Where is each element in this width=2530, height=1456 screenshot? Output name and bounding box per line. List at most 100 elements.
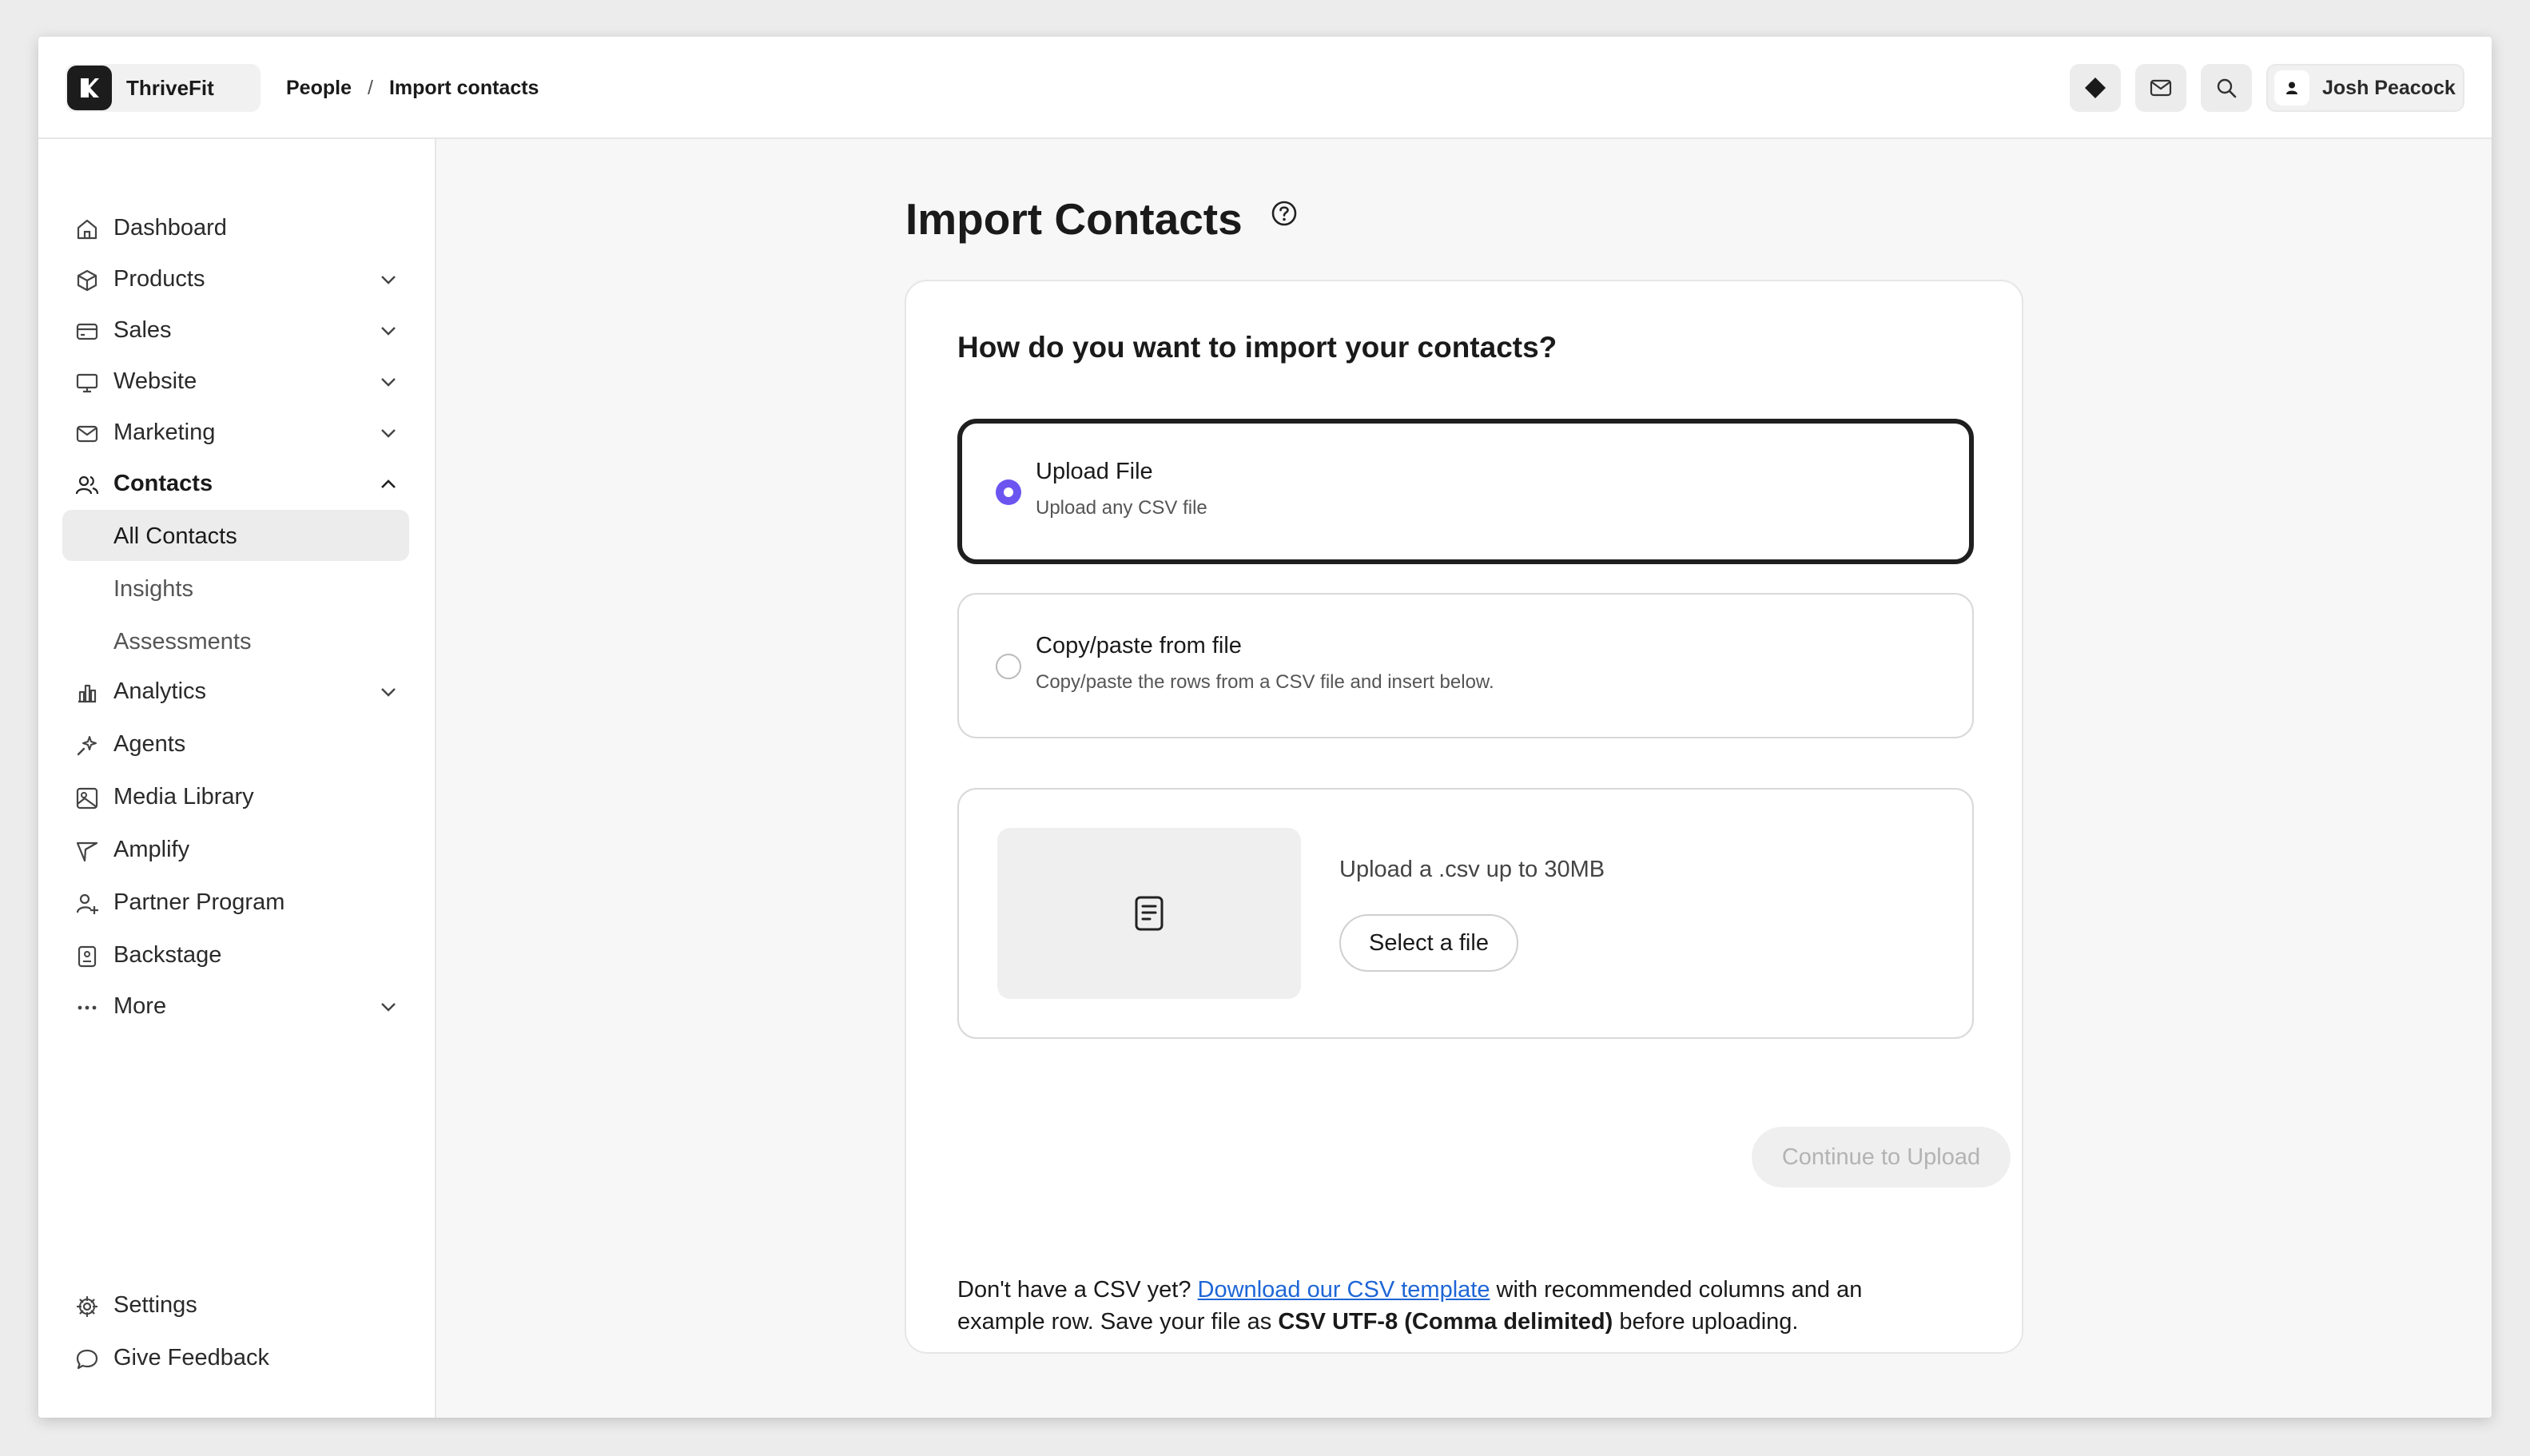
sidebar-item-label: Sales [113, 316, 172, 343]
breadcrumb: People / Import contacts [286, 37, 539, 139]
search-button[interactable] [2201, 64, 2252, 112]
sparkle-icon [77, 736, 97, 756]
sidebar-item-label: Website [113, 368, 197, 394]
sidebar-item-marketing[interactable]: Marketing [62, 408, 409, 457]
diamond-button[interactable] [2070, 64, 2121, 112]
sidebar-item-partner-program[interactable]: Partner Program [62, 877, 409, 927]
mail-button[interactable] [2135, 64, 2186, 112]
app-window: ThriveFit People / Import contacts Josh … [38, 37, 2492, 1418]
brand-logo-icon [67, 66, 112, 110]
csv-template-note: Don't have a CSV yet? Download our CSV t… [957, 1274, 1948, 1338]
users-icon [75, 475, 99, 495]
sidebar-item-sales[interactable]: Sales [62, 305, 409, 355]
search-icon [2217, 78, 2237, 98]
chevron-down-icon [381, 429, 396, 438]
avatar [2274, 70, 2309, 105]
import-question: How do you want to import your contacts? [957, 331, 1557, 364]
sidebar-item-label: Products [113, 265, 205, 292]
top-actions: Josh Peacock [2070, 64, 2464, 112]
brand-switcher[interactable]: ThriveFit [66, 64, 261, 112]
sidebar-subitem-all-contacts[interactable]: All Contacts [62, 510, 409, 561]
image-icon [76, 787, 98, 810]
sidebar-item-label: Analytics [113, 678, 207, 704]
sidebar-subitem-label: All Contacts [113, 523, 237, 549]
brand-name: ThriveFit [126, 75, 214, 100]
option-upload-file[interactable]: Upload File Upload any CSV file [957, 419, 1974, 564]
chevron-down-icon [381, 1003, 396, 1012]
footnote-format: CSV UTF-8 (Comma delimited) [1278, 1309, 1613, 1335]
sidebar-item-media-library[interactable]: Media Library [62, 772, 409, 821]
file-preview [997, 828, 1301, 999]
sidebar-item-more[interactable]: More [62, 981, 409, 1031]
sidebar-item-label: Give Feedback [113, 1344, 270, 1370]
sidebar-item-label: Media Library [113, 783, 254, 810]
gear-icon [76, 1295, 98, 1318]
top-bar: ThriveFit People / Import contacts Josh … [38, 37, 2492, 139]
sidebar-item-label: Amplify [113, 836, 190, 862]
page-title: Import Contacts [905, 194, 1243, 244]
sidebar-subitem-label: Assessments [113, 629, 252, 654]
upload-hint: Upload a .csv up to 30MB [1339, 857, 1605, 882]
option-subtitle: Copy/paste the rows from a CSV file and … [1036, 671, 1494, 693]
chevron-down-icon [381, 327, 396, 336]
user-plus-icon [76, 893, 98, 914]
chevron-down-icon [381, 378, 396, 387]
sidebar-item-agents[interactable]: Agents [62, 719, 409, 769]
sidebar-item-label: Dashboard [113, 214, 227, 241]
sidebar-item-contacts[interactable]: Contacts [62, 459, 409, 508]
sidebar-item-give-feedback[interactable]: Give Feedback [62, 1333, 409, 1382]
chevron-down-icon [381, 688, 396, 697]
ellipsis-icon [78, 1005, 97, 1010]
upload-dropzone[interactable]: Upload a .csv up to 30MB Select a file [957, 788, 1974, 1039]
import-card: How do you want to import your contacts?… [905, 280, 2023, 1354]
mail-icon [2150, 79, 2172, 97]
select-file-button[interactable]: Select a file [1339, 914, 1518, 972]
sidebar-item-label: Agents [113, 730, 186, 757]
bar-chart-icon [78, 684, 97, 703]
sidebar-item-label: Backstage [113, 941, 222, 968]
sidebar-item-analytics[interactable]: Analytics [62, 666, 409, 716]
mail-icon [76, 425, 98, 443]
sidebar-item-label: Settings [113, 1291, 197, 1318]
sidebar-subitem-insights[interactable]: Insights [62, 563, 409, 614]
document-icon [1135, 896, 1164, 931]
sidebar-subitem-assessments[interactable]: Assessments [62, 615, 409, 666]
download-template-link[interactable]: Download our CSV template [1198, 1277, 1490, 1303]
sidebar-item-label: Partner Program [113, 889, 285, 915]
user-name: Josh Peacock [2322, 76, 2456, 99]
badge-icon [78, 945, 97, 968]
user-menu-button[interactable]: Josh Peacock [2266, 64, 2464, 112]
sidebar-item-dashboard[interactable]: Dashboard [62, 203, 409, 253]
sidebar-item-settings[interactable]: Settings [62, 1280, 409, 1330]
footnote-suffix: before uploading. [1613, 1309, 1799, 1335]
diamond-icon [2085, 78, 2106, 98]
sidebar-item-label: More [113, 993, 167, 1019]
option-subtitle: Upload any CSV file [1036, 497, 1207, 519]
sidebar-item-backstage[interactable]: Backstage [62, 930, 409, 980]
home-icon [77, 219, 97, 240]
sidebar-item-products[interactable]: Products [62, 254, 409, 304]
monitor-icon [76, 373, 98, 393]
continue-to-upload-button[interactable]: Continue to Upload [1752, 1127, 2011, 1187]
option-copy-paste[interactable]: Copy/paste from file Copy/paste the rows… [957, 593, 1974, 738]
sidebar-item-label: Contacts [113, 470, 213, 496]
radio-upload-file[interactable] [996, 479, 1021, 505]
breadcrumb-people[interactable]: People [286, 77, 352, 100]
sidebar: Dashboard Products Sales Website Marketi… [38, 139, 436, 1418]
footnote-prefix: Don't have a CSV yet? [957, 1277, 1198, 1303]
sidebar-item-website[interactable]: Website [62, 356, 409, 406]
send-icon [76, 841, 98, 862]
option-title: Upload File [1036, 459, 1153, 484]
credit-card-icon [76, 323, 98, 340]
help-circle-icon[interactable] [1271, 200, 1298, 227]
sidebar-subitem-label: Insights [113, 576, 193, 602]
sidebar-item-amplify[interactable]: Amplify [62, 825, 409, 874]
option-title: Copy/paste from file [1036, 633, 1242, 658]
breadcrumb-current: Import contacts [388, 76, 539, 99]
radio-copy-paste[interactable] [996, 654, 1021, 679]
breadcrumb-separator: / [367, 76, 373, 99]
box-icon [77, 269, 97, 292]
chevron-down-icon [381, 276, 396, 284]
sidebar-item-label: Marketing [113, 419, 216, 445]
user-icon [2286, 82, 2297, 94]
